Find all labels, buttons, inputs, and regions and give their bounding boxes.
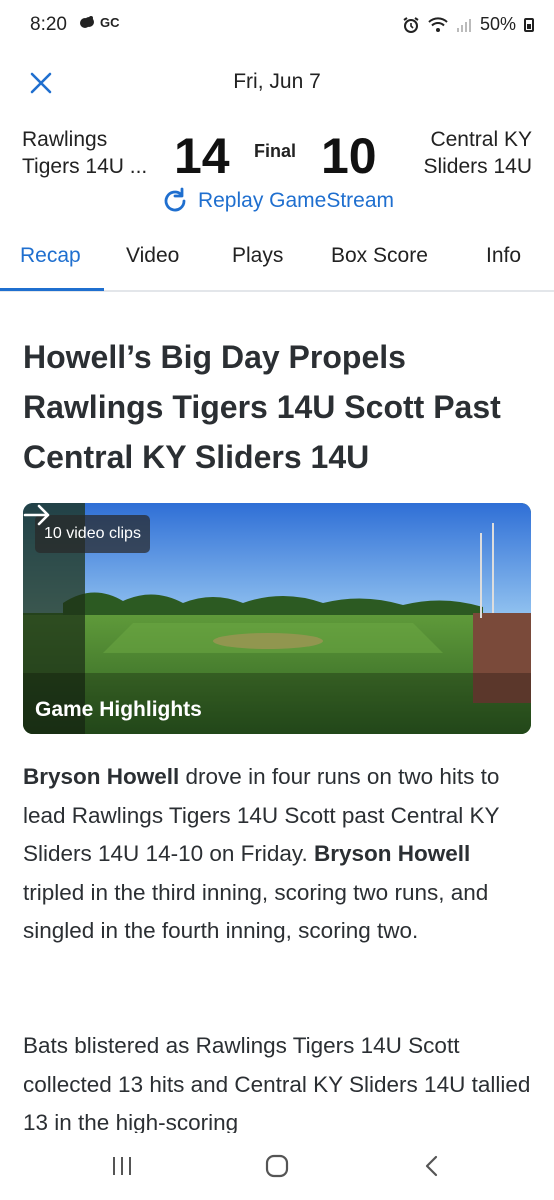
away-team-line2: Sliders 14U <box>423 155 532 178</box>
game-date: Fri, Jun 7 <box>233 70 321 93</box>
status-time: 8:20 <box>30 14 67 35</box>
tab-video[interactable]: Video <box>126 244 179 268</box>
arrow-right-icon <box>23 504 50 526</box>
home-team-name[interactable]: Rawlings Tigers 14U ... <box>22 126 147 180</box>
signal-icon <box>456 18 471 32</box>
tab-box-score[interactable]: Box Score <box>331 244 428 268</box>
back-icon <box>425 1155 438 1177</box>
paragraph-text: tripled in the third inning, scoring two… <box>23 879 489 944</box>
active-tab-indicator <box>0 288 104 291</box>
tab-recap[interactable]: Recap <box>20 244 81 268</box>
player-name: Bryson Howell <box>23 764 180 789</box>
back-button[interactable] <box>412 1149 452 1183</box>
game-highlights-label: Game Highlights <box>35 698 202 721</box>
recent-apps-icon <box>113 1157 131 1175</box>
recent-apps-button[interactable] <box>102 1149 142 1183</box>
replay-gamestream-button[interactable]: Replay GameStream <box>0 186 554 216</box>
battery-percent: 50% <box>479 14 516 34</box>
article-paragraph-2: Bats blistered as Rawlings Tigers 14U Sc… <box>23 1033 531 1133</box>
video-clips-badge: 10 video clips <box>35 515 150 553</box>
gc-badge: GC <box>100 14 120 30</box>
article-headline: Howell’s Big Day Propels Rawlings Tigers… <box>23 339 501 475</box>
system-nav-bar <box>0 1133 554 1200</box>
tab-info[interactable]: Info <box>486 244 521 268</box>
home-team-line1: Rawlings <box>22 128 108 151</box>
game-highlights-card[interactable]: 10 video clips Game Highlights <box>23 503 531 734</box>
tab-plays[interactable]: Plays <box>232 244 283 268</box>
game-status: Final <box>254 141 297 161</box>
away-team-line1: Central KY <box>430 128 532 151</box>
status-right: 50% <box>402 14 534 35</box>
home-team-line2: Tigers 14U ... <box>22 155 148 178</box>
weather-icon <box>80 16 94 28</box>
tab-bar: Recap Video Plays Box Score Info <box>0 236 554 292</box>
away-score: 10 <box>321 128 377 184</box>
away-team-name[interactable]: Central KY Sliders 14U <box>423 126 532 180</box>
replay-icon <box>160 186 190 216</box>
alarm-icon <box>403 16 419 33</box>
player-name: Bryson Howell <box>313 841 471 866</box>
status-bar: 8:20 GC 50% <box>0 0 554 52</box>
replay-label: Replay GameStream <box>197 189 395 212</box>
home-score: 14 <box>174 128 230 184</box>
home-icon <box>265 1154 289 1178</box>
wifi-icon <box>428 16 448 32</box>
home-button[interactable] <box>257 1149 297 1183</box>
status-left-icons: GC <box>78 14 120 30</box>
battery-icon <box>524 17 534 32</box>
article-paragraph-1: Bryson Howell drove in four runs on two … <box>23 758 535 951</box>
